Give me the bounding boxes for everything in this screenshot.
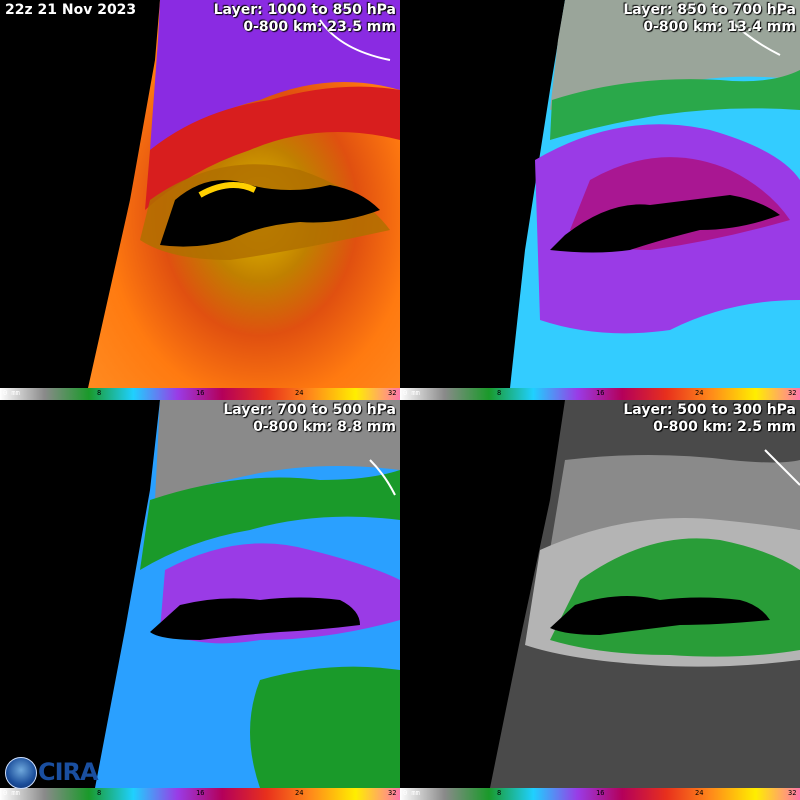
tpw-map-500-300 bbox=[490, 400, 800, 788]
layer-label: Layer: 850 to 700 hPa bbox=[623, 2, 796, 18]
colorbar: 0 mm 8 16 24 32 bbox=[400, 788, 800, 800]
colorbar-unit: 0 mm bbox=[403, 789, 420, 797]
colorbar-tick: 32 bbox=[788, 389, 797, 397]
colorbar-tick: 32 bbox=[388, 389, 397, 397]
colorbar-tick: 24 bbox=[695, 789, 704, 797]
tpw-map-850-700 bbox=[510, 0, 800, 388]
panel-1000-850: Layer: 1000 to 850 hPa 0-800 km: 23.5 mm… bbox=[0, 0, 400, 400]
colorbar-tick: 8 bbox=[97, 789, 102, 797]
colorbar: 0 mm 8 16 24 32 bbox=[400, 388, 800, 400]
layer-average: 0-800 km: 8.8 mm bbox=[253, 419, 396, 435]
colorbar-tick: 24 bbox=[295, 789, 304, 797]
colorbar-unit: 0 mm bbox=[3, 389, 20, 397]
layer-label: Layer: 700 to 500 hPa bbox=[223, 402, 396, 418]
layer-label: Layer: 1000 to 850 hPa bbox=[213, 2, 396, 18]
layer-average: 0-800 km: 23.5 mm bbox=[243, 19, 396, 35]
colorbar: 0 mm 8 16 24 32 bbox=[0, 388, 400, 400]
colorbar-tick: 16 bbox=[596, 789, 605, 797]
colorbar: 0 mm 8 16 24 32 bbox=[0, 788, 400, 800]
cira-logo: CIRA bbox=[38, 758, 99, 786]
colorbar-tick: 16 bbox=[196, 389, 205, 397]
panel-500-300: Layer: 500 to 300 hPa 0-800 km: 2.5 mm 0… bbox=[400, 400, 800, 800]
colorbar-tick: 8 bbox=[97, 389, 102, 397]
layer-average: 0-800 km: 2.5 mm bbox=[653, 419, 796, 435]
colorbar-tick: 16 bbox=[596, 389, 605, 397]
layer-label: Layer: 500 to 300 hPa bbox=[623, 402, 796, 418]
colorbar-tick: 32 bbox=[788, 789, 797, 797]
colorbar-tick: 24 bbox=[695, 389, 704, 397]
colorbar-tick: 32 bbox=[388, 789, 397, 797]
layer-average: 0-800 km: 13.4 mm bbox=[643, 19, 796, 35]
tpw-map-1000-850 bbox=[88, 0, 400, 388]
colorbar-unit: 0 mm bbox=[3, 789, 20, 797]
timestamp: 22z 21 Nov 2023 bbox=[5, 2, 137, 18]
panel-700-500: Layer: 700 to 500 hPa 0-800 km: 8.8 mm 0… bbox=[0, 400, 400, 800]
colorbar-tick: 16 bbox=[196, 789, 205, 797]
colorbar-tick: 8 bbox=[497, 389, 502, 397]
tpw-map-700-500 bbox=[95, 400, 400, 788]
colorbar-unit: 0 mm bbox=[403, 389, 420, 397]
panel-850-700: Layer: 850 to 700 hPa 0-800 km: 13.4 mm … bbox=[400, 0, 800, 400]
noaa-logo-icon bbox=[5, 757, 37, 789]
colorbar-tick: 8 bbox=[497, 789, 502, 797]
colorbar-tick: 24 bbox=[295, 389, 304, 397]
